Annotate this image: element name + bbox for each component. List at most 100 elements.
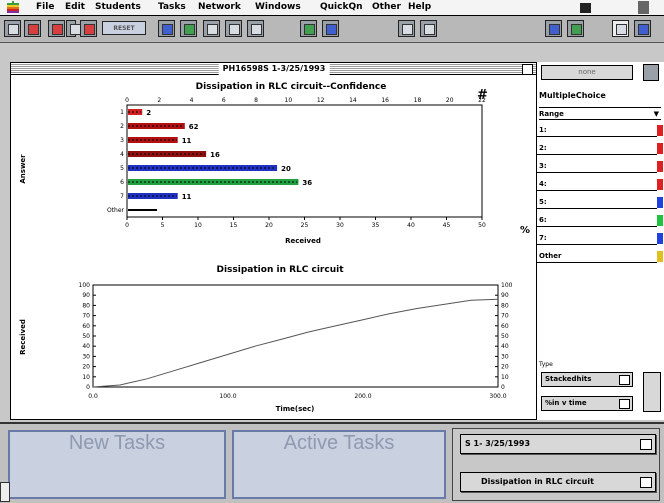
chart1-top-tick: 18 bbox=[414, 97, 422, 104]
chart2-y-tick-right: 20 bbox=[501, 364, 509, 371]
tool-blank-icon[interactable] bbox=[612, 20, 629, 37]
tool-pencil-icon[interactable] bbox=[322, 20, 339, 37]
toolbar: RESET bbox=[0, 16, 664, 43]
menu-edit[interactable]: Edit bbox=[65, 2, 85, 12]
active-tasks-button[interactable]: Active Tasks bbox=[232, 430, 446, 499]
window-titlebar[interactable]: PH16598S 1-3/25/1993 bbox=[11, 63, 537, 75]
tool-chart2-icon[interactable] bbox=[567, 20, 584, 37]
chart1-bottom-ticks: 0 5 10 15 20 25 30 35 40 45 50 bbox=[125, 217, 486, 229]
chart2-y-tick-right: 10 bbox=[501, 374, 509, 381]
question-button[interactable]: Dissipation in RLC circuit bbox=[460, 472, 656, 492]
none-button[interactable]: none bbox=[541, 65, 633, 80]
color-swatch bbox=[657, 125, 663, 136]
answer-row[interactable]: 2: bbox=[537, 142, 663, 155]
tool-flag-icon[interactable] bbox=[80, 20, 97, 37]
chart1-percent-label: % bbox=[520, 225, 530, 236]
chart1-bottom-tick: 10 bbox=[194, 222, 202, 229]
scroll-slider[interactable] bbox=[643, 372, 661, 412]
menu-other[interactable]: Other bbox=[372, 2, 401, 12]
answer-row[interactable]: 5: bbox=[537, 196, 663, 209]
chart1-category-label: 3 bbox=[120, 137, 124, 144]
apple-menu-icon[interactable] bbox=[7, 1, 19, 14]
chart2-ylabel: Received bbox=[19, 319, 27, 355]
chart1-top-ticks: 0 2 4 6 8 10 12 14 16 18 20 22 bbox=[125, 97, 486, 104]
percent-time-button[interactable]: %in v time bbox=[541, 396, 633, 411]
chart1-top-tick: 2 bbox=[157, 97, 161, 104]
chart1-bottom-tick: 15 bbox=[230, 222, 238, 229]
tool-arrows-icon[interactable] bbox=[66, 20, 81, 37]
menu-network[interactable]: Network bbox=[198, 2, 241, 12]
chart1-data-label: 11 bbox=[182, 193, 192, 201]
chart1-category-label: 2 bbox=[120, 123, 124, 130]
chart2-y-tick-left: 90 bbox=[82, 292, 90, 299]
chart2-y-tick-right: 30 bbox=[501, 353, 509, 360]
chart1-data-label: 16 bbox=[210, 151, 220, 159]
new-tasks-button[interactable]: New Tasks bbox=[8, 430, 226, 499]
session-button[interactable]: S 1- 3/25/1993 bbox=[460, 434, 656, 454]
menu-windows[interactable]: Windows bbox=[255, 2, 301, 12]
answer-row[interactable]: 4: bbox=[537, 178, 663, 191]
chart1-data-label: 62 bbox=[189, 123, 199, 131]
panel-options-icon[interactable] bbox=[643, 64, 659, 81]
chart1-top-tick: 22 bbox=[478, 97, 486, 104]
tool-chart-icon[interactable] bbox=[24, 20, 41, 37]
chart2-x-tick: 100.0 bbox=[219, 393, 236, 400]
tool-x-icon[interactable] bbox=[247, 20, 264, 37]
tool-window-icon[interactable] bbox=[420, 20, 437, 37]
tool-network-icon[interactable] bbox=[300, 20, 317, 37]
chart1-category-label: 7 bbox=[120, 193, 124, 200]
chart1-top-tick: 14 bbox=[349, 97, 357, 104]
window-title: PH16598S 1-3/25/1993 bbox=[218, 63, 330, 75]
chart1-bottom-tick: 35 bbox=[372, 222, 380, 229]
answer-row-label: 3: bbox=[539, 162, 547, 170]
answer-row[interactable]: Other bbox=[537, 250, 663, 263]
chart1-category-label: 6 bbox=[120, 179, 124, 186]
tool-bar-icon[interactable] bbox=[48, 20, 65, 37]
answer-row[interactable]: 6: bbox=[537, 214, 663, 227]
tool-grid-icon[interactable] bbox=[4, 20, 21, 37]
document-icon[interactable] bbox=[0, 482, 10, 502]
answer-row-label: 4: bbox=[539, 180, 547, 188]
answer-row[interactable]: 3: bbox=[537, 160, 663, 173]
chart1-top-tick: 10 bbox=[285, 97, 293, 104]
chart1-data-label: 20 bbox=[281, 165, 291, 173]
tool-person-icon[interactable] bbox=[203, 20, 220, 37]
clock-icon[interactable] bbox=[580, 3, 591, 13]
menu-students[interactable]: Students bbox=[95, 2, 141, 12]
tool-zoom-icon[interactable] bbox=[158, 20, 175, 37]
menu-file[interactable]: File bbox=[36, 2, 54, 12]
application-icon[interactable] bbox=[638, 1, 649, 14]
reset-field[interactable]: RESET bbox=[102, 21, 146, 35]
chart2-x-tick: 0.0 bbox=[88, 393, 98, 400]
popup-icon bbox=[640, 439, 652, 450]
answer-row-label: Other bbox=[539, 252, 562, 260]
chart1-bottom-tick: 0 bbox=[125, 222, 129, 229]
chart2-y-tick-left: 0 bbox=[86, 384, 90, 391]
chart1-bottom-tick: 40 bbox=[407, 222, 415, 229]
chart1-title: Dissipation in RLC circuit--Confidence bbox=[196, 82, 387, 92]
color-swatch bbox=[657, 251, 663, 262]
chart1-data-label: 36 bbox=[302, 179, 312, 187]
range-dropdown[interactable]: Range ▼ bbox=[539, 107, 661, 120]
chart2-y-tick-left: 10 bbox=[82, 374, 90, 381]
chart1-top-tick: 0 bbox=[125, 97, 129, 104]
tool-grid2-icon[interactable] bbox=[545, 20, 562, 37]
chart1-bottom-tick: 50 bbox=[478, 222, 486, 229]
zoom-box-icon[interactable] bbox=[522, 64, 533, 75]
menu-tasks[interactable]: Tasks bbox=[158, 2, 186, 12]
chart2-y-tick-left: 100 bbox=[79, 282, 91, 289]
chart2-y-tick-right: 40 bbox=[501, 343, 509, 350]
stackedhits-button[interactable]: Stackedhits bbox=[541, 372, 633, 387]
answer-row-label: 2: bbox=[539, 144, 547, 152]
menu-quickqn[interactable]: QuickQn bbox=[320, 2, 363, 12]
menu-help[interactable]: Help bbox=[408, 2, 431, 12]
tool-export-icon[interactable] bbox=[225, 20, 242, 37]
chart2-y-tick-right: 60 bbox=[501, 323, 509, 330]
answer-row[interactable]: 7: bbox=[537, 232, 663, 245]
chart2-x-tick: 300.0 bbox=[489, 393, 506, 400]
tool-layout-icon[interactable] bbox=[398, 20, 415, 37]
tool-people-icon[interactable] bbox=[180, 20, 197, 37]
answer-row-label: 7: bbox=[539, 234, 547, 242]
tool-disk-icon[interactable] bbox=[634, 20, 651, 37]
answer-row[interactable]: 1: bbox=[537, 124, 663, 137]
